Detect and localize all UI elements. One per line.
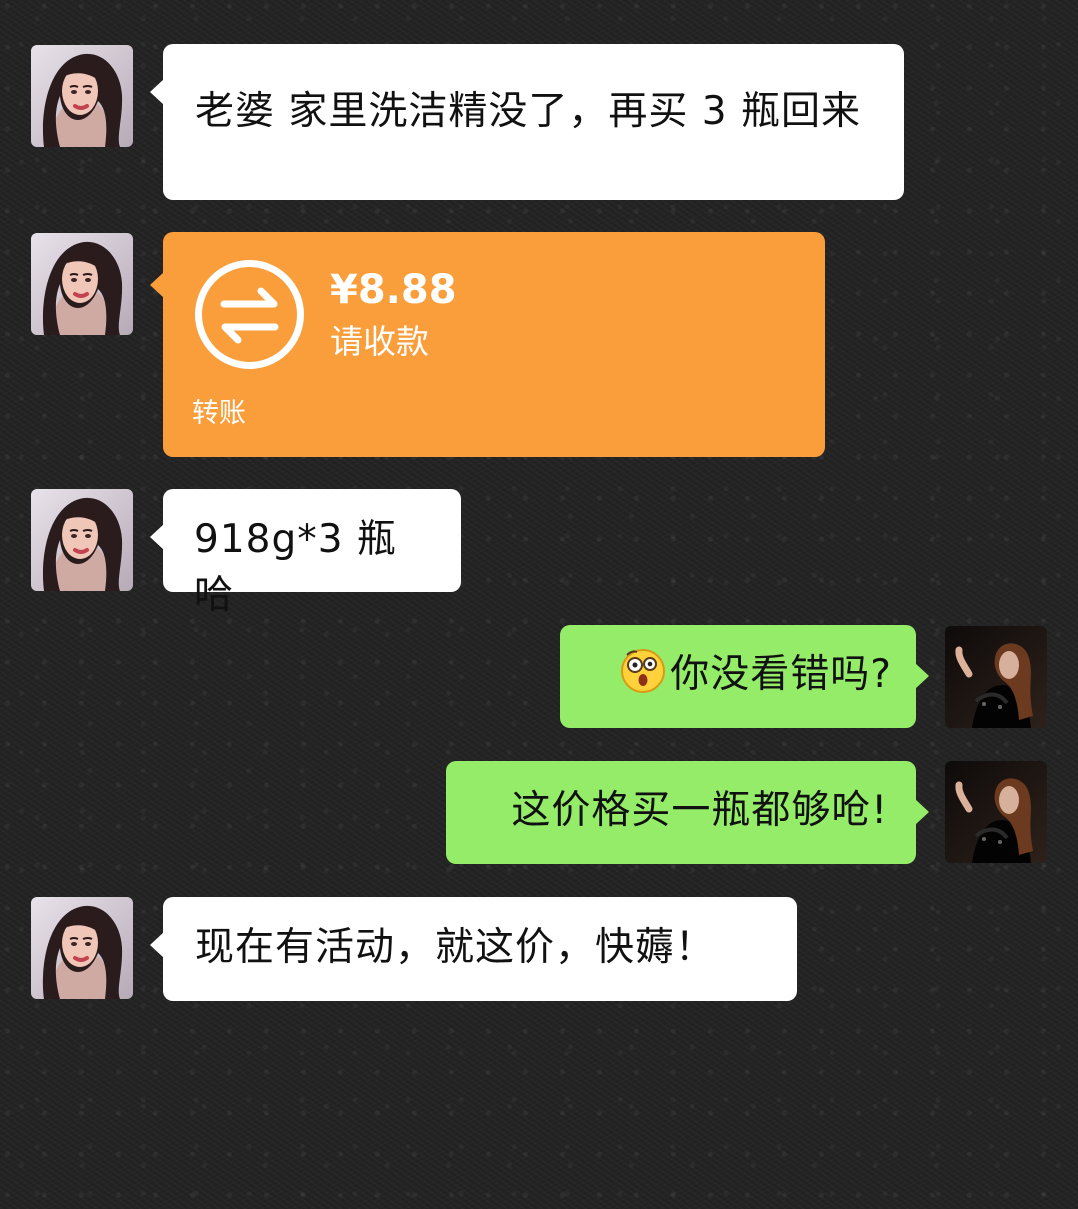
my-avatar[interactable] [945,761,1047,863]
contact-avatar[interactable] [31,45,133,147]
shocked-face-emoji [621,649,666,693]
contact-avatar[interactable] [31,233,133,335]
message-bubble-left[interactable]: 现在有活动，就这价，快薅！ [150,897,797,1001]
message-bubble-left[interactable]: 918g*3 瓶哈 [150,489,461,618]
message-text: 918g*3 瓶哈 [194,517,397,618]
contact-avatar[interactable] [31,897,133,999]
message-bubble-right[interactable]: 你没看错吗? [560,625,929,728]
message-text: 这价格买一瓶都够呛! [511,788,888,833]
transfer-label: 转账 [192,398,246,429]
transfer-card[interactable]: ¥8.88 请收款 转账 [150,232,825,457]
transfer-status: 请收款 [330,322,429,361]
message-bubble-right[interactable]: 这价格买一瓶都够呛! [446,761,929,864]
message-text: 你没看错吗? [670,652,892,697]
contact-avatar[interactable] [31,489,133,591]
message-text: 老婆 家里洗洁精没了，再买 3 瓶回来 [195,89,862,134]
transfer-amount: ¥8.88 [330,267,457,313]
message-bubble-left[interactable]: 老婆 家里洗洁精没了，再买 3 瓶回来 [150,44,904,200]
message-text: 现在有活动，就这价，快薅！ [195,925,716,970]
transfer-arrows-icon [195,260,304,369]
my-avatar[interactable] [945,626,1047,728]
